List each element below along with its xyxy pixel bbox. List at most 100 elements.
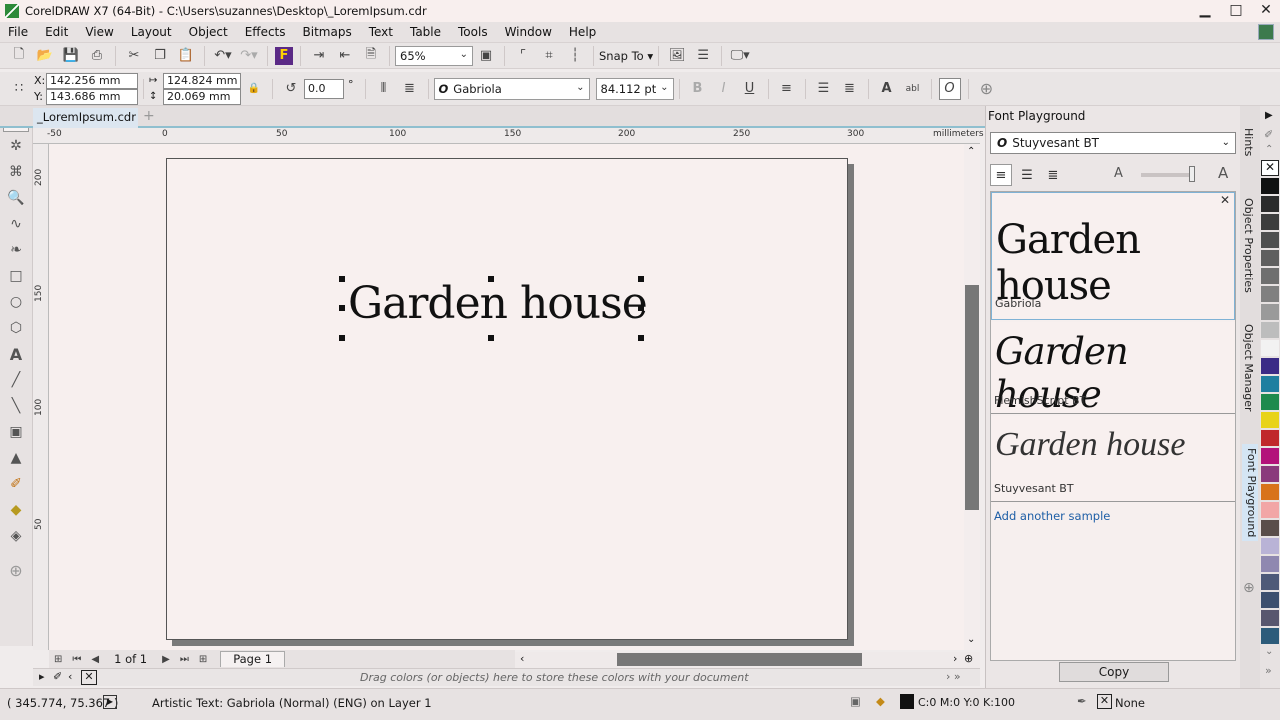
selection-handle[interactable] bbox=[339, 305, 345, 311]
parallel-dimension-tool-icon[interactable]: ╱ bbox=[3, 368, 29, 392]
polygon-tool-icon[interactable]: ⬡ bbox=[3, 316, 29, 340]
selection-handle[interactable] bbox=[638, 335, 644, 341]
bold-icon[interactable]: B bbox=[687, 78, 709, 100]
selected-artistic-text[interactable]: Garden house bbox=[348, 278, 648, 329]
underline-icon[interactable]: U bbox=[739, 78, 761, 100]
show-guidelines-icon[interactable]: ┆ bbox=[564, 45, 586, 67]
add-docker-icon[interactable]: ⊕ bbox=[1243, 580, 1255, 596]
scroll-up-icon[interactable]: ⌃ bbox=[1265, 144, 1273, 155]
last-page-icon[interactable]: ⏭ bbox=[180, 654, 189, 665]
page-tab[interactable]: Page 1 bbox=[220, 651, 286, 667]
show-rulers-icon[interactable]: ⌜ bbox=[512, 45, 534, 67]
font-sample[interactable]: Garden house FlemishScript BT bbox=[991, 322, 1235, 416]
expand-palette-icon[interactable]: » bbox=[1265, 664, 1272, 677]
new-document-icon[interactable]: 🗋 bbox=[8, 45, 30, 67]
docker-tab-font-playground[interactable]: Font Playground bbox=[1242, 444, 1258, 542]
corel-connect-icon[interactable] bbox=[1258, 24, 1274, 40]
menu-effects[interactable]: Effects bbox=[245, 25, 286, 39]
transparency-tool-icon[interactable]: ▲ bbox=[3, 446, 29, 470]
italic-icon[interactable]: I bbox=[713, 78, 735, 100]
drawing-page[interactable] bbox=[166, 158, 848, 640]
sample-zoom-slider[interactable] bbox=[1141, 173, 1193, 177]
selection-handle[interactable] bbox=[339, 335, 345, 341]
close-button[interactable]: ✕ bbox=[1252, 0, 1280, 22]
save-icon[interactable]: 💾 bbox=[60, 45, 82, 67]
selection-handle[interactable] bbox=[638, 305, 644, 311]
color-swatch[interactable] bbox=[1261, 520, 1279, 536]
drop-cap-icon[interactable]: ≣ bbox=[839, 78, 861, 100]
selection-handle[interactable] bbox=[638, 276, 644, 282]
height-field[interactable]: 20.069 mm bbox=[163, 88, 241, 105]
undo-icon[interactable]: ↶▾ bbox=[212, 45, 234, 67]
crop-tool-icon[interactable]: ⌘ bbox=[3, 160, 29, 184]
color-swatch[interactable] bbox=[1261, 394, 1279, 410]
color-swatch[interactable] bbox=[1261, 466, 1279, 482]
print-icon[interactable]: ⎙ bbox=[86, 45, 108, 67]
font-sample[interactable]: ✕ Garden house Gabriola bbox=[991, 192, 1235, 320]
paste-icon[interactable]: 📋 bbox=[175, 45, 197, 67]
no-color-swatch[interactable]: ✕ bbox=[1261, 160, 1279, 176]
scroll-down-icon[interactable]: ⌄ bbox=[1265, 646, 1273, 657]
color-swatch[interactable] bbox=[1261, 502, 1279, 518]
zoom-tool-icon[interactable]: 🔍 bbox=[3, 186, 29, 210]
options-icon[interactable]: ☰ bbox=[692, 45, 714, 67]
color-swatch[interactable] bbox=[1261, 196, 1279, 212]
color-swatch[interactable] bbox=[1261, 340, 1279, 356]
scroll-up-icon[interactable]: ⌃ bbox=[967, 146, 975, 157]
vertical-ruler[interactable]: 200 150 100 50 bbox=[33, 144, 49, 650]
x-position-field[interactable]: 142.256 mm bbox=[46, 72, 138, 89]
color-swatch[interactable] bbox=[1261, 448, 1279, 464]
multiple-lines-icon[interactable]: ≣ bbox=[1042, 164, 1064, 186]
mirror-vertical-icon[interactable]: ≣ bbox=[399, 78, 421, 100]
connector-tool-icon[interactable]: ╲ bbox=[3, 394, 29, 418]
customize-toolbox-icon[interactable]: ⊕ bbox=[3, 558, 29, 582]
rectangle-tool-icon[interactable]: □ bbox=[3, 264, 29, 288]
color-proofing-icon[interactable]: ▣ bbox=[850, 694, 861, 708]
menu-window[interactable]: Window bbox=[505, 25, 552, 39]
ellipse-tool-icon[interactable]: ○ bbox=[3, 290, 29, 314]
shape-tool-icon[interactable]: ✲ bbox=[3, 134, 29, 158]
opentype-features-icon[interactable]: O bbox=[938, 77, 961, 100]
menu-view[interactable]: View bbox=[85, 25, 113, 39]
color-swatch[interactable] bbox=[1261, 430, 1279, 446]
rotation-field[interactable]: 0.0 bbox=[304, 78, 344, 99]
font-sample[interactable]: Garden house Stuyvesant BT bbox=[991, 416, 1235, 502]
edit-text-icon[interactable]: abl bbox=[902, 78, 924, 100]
add-page-after-icon[interactable]: ⊞ bbox=[199, 654, 207, 665]
zoom-out-text-icon[interactable]: A bbox=[1114, 166, 1123, 181]
import-icon[interactable]: ⇥ bbox=[308, 45, 330, 67]
open-icon[interactable]: 📂 bbox=[34, 45, 56, 67]
horizontal-ruler[interactable]: -50 0 50 100 150 200 250 300 millimeters bbox=[33, 128, 984, 144]
color-swatch[interactable] bbox=[1261, 574, 1279, 590]
docker-tab-hints[interactable]: Hints bbox=[1242, 128, 1255, 156]
cut-icon[interactable]: ✂ bbox=[123, 45, 145, 67]
y-position-field[interactable]: 143.686 mm bbox=[46, 88, 138, 105]
font-list-combo[interactable]: O Gabriola ⌄ bbox=[433, 77, 590, 100]
color-swatch[interactable] bbox=[1261, 358, 1279, 374]
add-icon[interactable]: ⊕ bbox=[976, 78, 998, 100]
lock-ratio-icon[interactable]: 🔒 bbox=[243, 78, 265, 100]
color-swatch[interactable] bbox=[1261, 322, 1279, 338]
color-swatch[interactable] bbox=[1261, 556, 1279, 572]
menu-help[interactable]: Help bbox=[569, 25, 596, 39]
menu-text[interactable]: Text bbox=[369, 25, 393, 39]
add-page-before-icon[interactable]: ⊞ bbox=[54, 654, 62, 665]
scroll-right-icon[interactable]: › bbox=[953, 652, 957, 665]
menu-edit[interactable]: Edit bbox=[45, 25, 68, 39]
color-swatch[interactable] bbox=[1261, 610, 1279, 626]
remove-sample-icon[interactable]: ✕ bbox=[1220, 193, 1230, 207]
color-swatch[interactable] bbox=[1261, 484, 1279, 500]
next-page-icon[interactable]: ▶ bbox=[162, 654, 170, 665]
minimize-button[interactable]: ▁ bbox=[1191, 0, 1219, 22]
zoom-in-text-icon[interactable]: A bbox=[1218, 164, 1228, 182]
text-properties-icon[interactable]: A bbox=[876, 78, 898, 100]
single-line-icon[interactable]: ☰ bbox=[1016, 164, 1038, 186]
text-tool-icon[interactable]: A bbox=[3, 342, 29, 366]
welcome-screen-icon[interactable]: 🖼 bbox=[666, 45, 688, 67]
no-color-swatch[interactable]: ✕ bbox=[81, 670, 97, 685]
color-swatch[interactable] bbox=[1261, 628, 1279, 644]
color-swatch[interactable] bbox=[1261, 538, 1279, 554]
application-launcher-icon[interactable]: 🖵▾ bbox=[729, 45, 751, 67]
copy-icon[interactable]: ❐ bbox=[149, 45, 171, 67]
selection-handle[interactable] bbox=[488, 335, 494, 341]
